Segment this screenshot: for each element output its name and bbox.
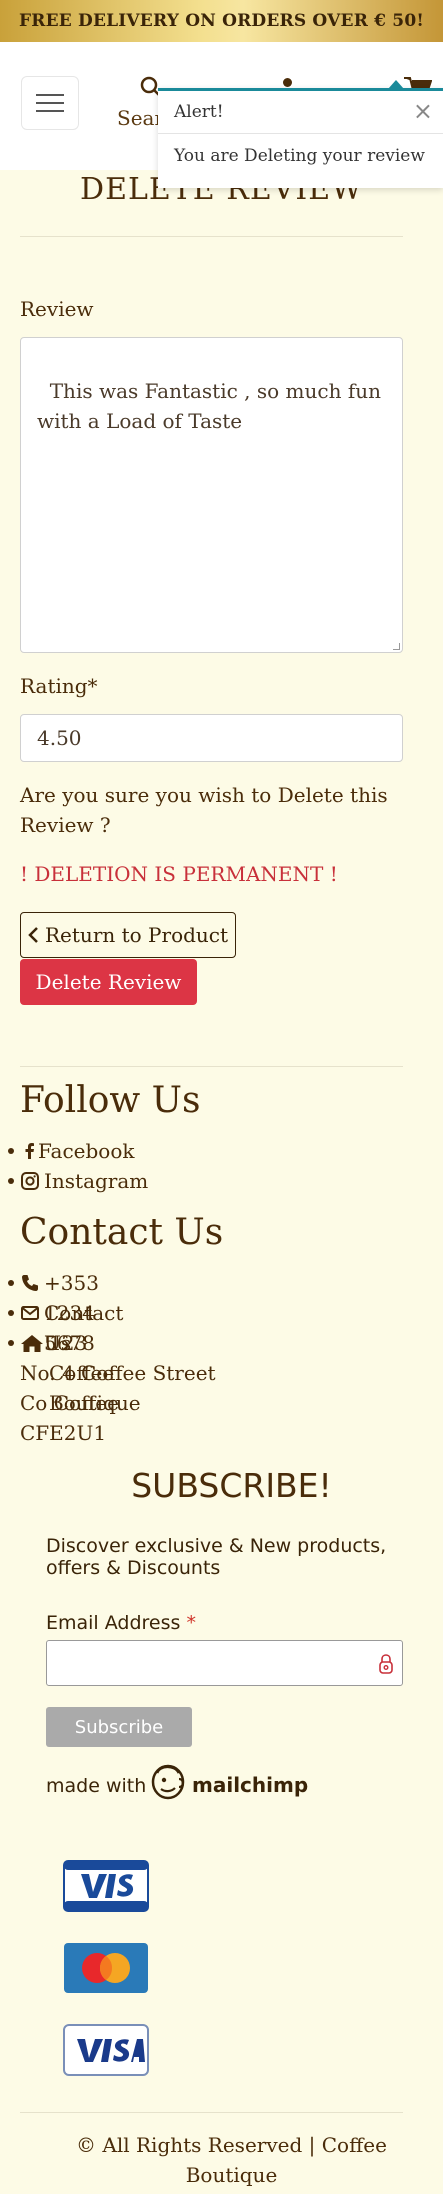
rating-value: 4.50 — [37, 726, 82, 750]
mastercard-card-icon — [64, 1943, 148, 1993]
copyright-text: © All Rights Reserved | Coffee Boutique — [76, 2133, 387, 2187]
subscribe-button-label: Subscribe — [74, 1716, 164, 1738]
toast-message: You are Deleting your review — [174, 146, 425, 166]
follow-heading: Follow Us — [20, 1080, 201, 1121]
resize-handle[interactable] — [393, 643, 400, 650]
warning-text: ! DELETION IS PERMANENT ! — [20, 862, 338, 886]
list-bullet — [8, 1178, 14, 1184]
visa-electron-card-icon — [63, 1860, 149, 1912]
return-button-label: Return to Product — [45, 923, 229, 947]
required-mark: * — [186, 1612, 196, 1634]
visa-card-icon — [63, 2024, 149, 2076]
mailchimp-logo-icon[interactable] — [149, 1761, 187, 1801]
list-bullet — [8, 1310, 14, 1316]
confirm-text: Are you sure you wish to Delete this Rev… — [20, 783, 388, 837]
list-bullet — [8, 1280, 14, 1286]
envelope-icon — [21, 1306, 39, 1320]
review-label: Review — [20, 297, 94, 321]
delete-review-button[interactable]: Delete Review — [20, 959, 197, 1005]
subscribe-button[interactable]: Subscribe — [46, 1707, 192, 1747]
review-text: This was Fantastic , so much fun with a … — [37, 379, 381, 433]
phone-icon — [22, 1275, 38, 1291]
list-bullet — [8, 1340, 14, 1346]
rating-input[interactable]: 4.50 — [20, 714, 403, 762]
toast-arrow — [388, 80, 404, 89]
promo-banner-text: FREE DELIVERY ON ORDERS OVER € 50! — [18, 11, 425, 31]
account-icon[interactable] — [283, 78, 292, 87]
toast-header: Alert! × — [158, 91, 443, 134]
address-line: No. 4 Coffee Street — [20, 1361, 216, 1385]
title-divider — [20, 236, 403, 237]
search-label[interactable]: Sear — [117, 106, 164, 130]
made-with-text: made with — [46, 1775, 147, 1797]
alert-toast: Alert! × You are Deleting your review — [158, 80, 443, 188]
address-line: CFE2U1 — [20, 1421, 107, 1445]
rating-label: Rating* — [20, 674, 98, 698]
instagram-icon — [21, 1172, 39, 1190]
close-icon[interactable]: × — [413, 97, 433, 125]
review-textarea[interactable]: This was Fantastic , so much fun with a … — [20, 337, 403, 653]
hamburger-icon — [36, 94, 64, 112]
password-manager-icon[interactable] — [378, 1653, 394, 1675]
home-icon — [21, 1335, 43, 1352]
facebook-icon — [25, 1143, 34, 1159]
contact-heading: Contact Us — [20, 1212, 224, 1253]
list-bullet — [8, 1148, 14, 1154]
return-to-product-button[interactable]: Return to Product — [20, 912, 236, 958]
mailchimp-brand[interactable]: mailchimp — [192, 1773, 308, 1797]
promo-banner: FREE DELIVERY ON ORDERS OVER € 50! — [0, 0, 443, 42]
email-label-text: Email Address — [46, 1612, 181, 1634]
chevron-left-icon — [28, 927, 38, 943]
toast-title: Alert! — [174, 102, 224, 122]
subscribe-title: SUBSCRIBE! — [131, 1466, 332, 1505]
footer-divider — [20, 1066, 403, 1067]
email-input[interactable] — [46, 1640, 403, 1686]
copyright-divider — [20, 2112, 403, 2113]
delete-button-label: Delete Review — [35, 970, 182, 994]
email-label: Email Address * — [46, 1612, 196, 1634]
subscribe-description: Discover exclusive & New products, offer… — [46, 1535, 387, 1579]
social-label: Facebook — [38, 1139, 135, 1163]
address-line: Co Coffee — [20, 1391, 119, 1415]
social-label: Instagram — [44, 1169, 149, 1193]
menu-toggle-button[interactable] — [21, 76, 79, 130]
